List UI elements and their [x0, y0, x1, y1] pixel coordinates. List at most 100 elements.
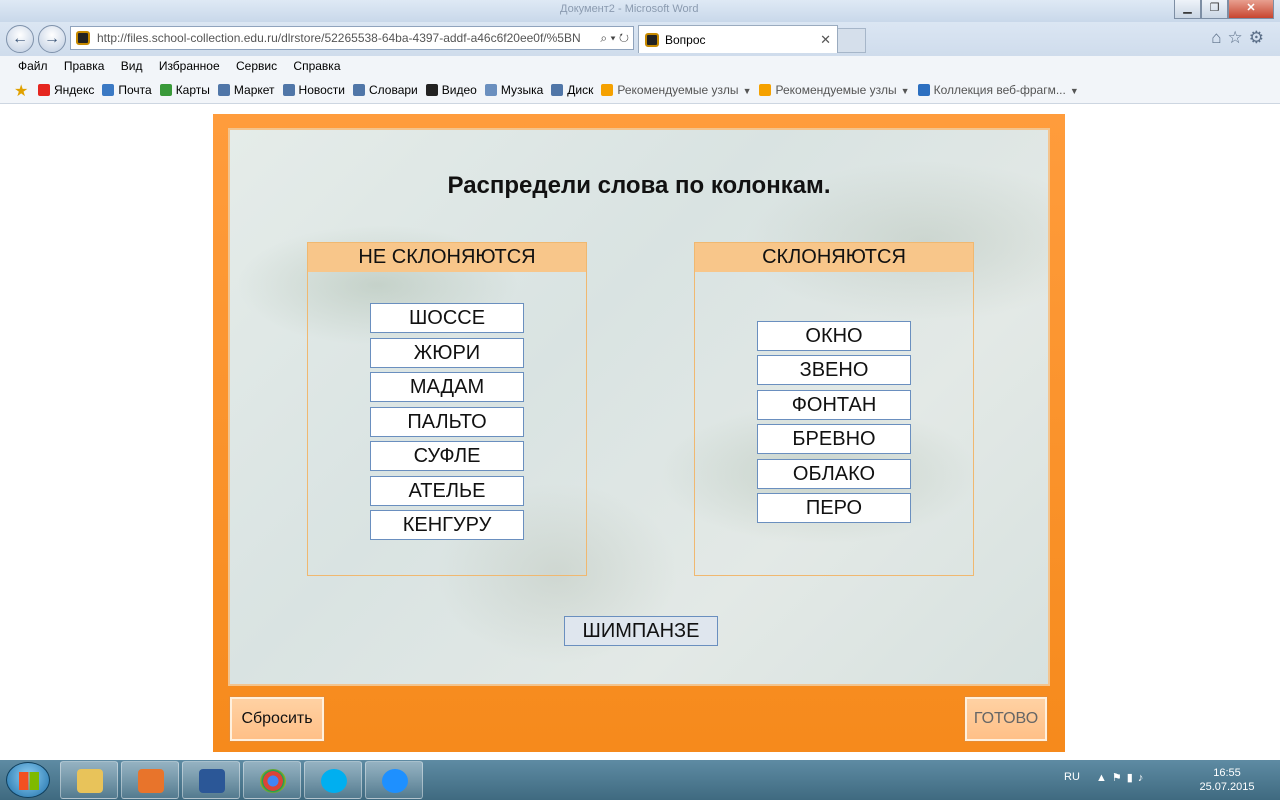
maps-icon	[159, 84, 172, 96]
restore-button[interactable]: ❐	[1201, 0, 1228, 19]
done-button[interactable]: ГОТОВО	[964, 696, 1048, 742]
favorite-label: Музыка	[500, 83, 544, 97]
word-card[interactable]: ФОНТАН	[757, 390, 911, 420]
word-card[interactable]: ОБЛАКО	[757, 459, 911, 489]
word-card[interactable]: ПЕРО	[757, 493, 911, 523]
favorite-item[interactable]: Новости	[282, 78, 345, 103]
favorite-item[interactable]: Рекомендуемые узлы ▼	[759, 78, 910, 104]
reset-button[interactable]: Сбросить	[229, 696, 325, 742]
unsorted-word-card[interactable]: ШИМПАНЗЕ	[564, 616, 718, 646]
close-window-button[interactable]: ✕	[1228, 0, 1274, 19]
task-title: Распредели слова по колонкам.	[447, 172, 831, 199]
gear-icon[interactable]: ⚙	[1249, 28, 1270, 47]
word-card[interactable]: ШОССЕ	[370, 303, 524, 333]
word-card[interactable]: ПАЛЬТО	[370, 407, 524, 437]
clock-date: 25.07.2015	[1199, 781, 1255, 793]
word-card[interactable]: ЗВЕНО	[757, 355, 911, 385]
back-button[interactable]: ←	[6, 25, 34, 53]
word-card[interactable]: МАДАМ	[370, 372, 524, 402]
word-card[interactable]: КЕНГУРУ	[370, 510, 524, 540]
menu-view[interactable]: Вид	[121, 56, 143, 77]
chrome-icon	[260, 769, 286, 793]
favorite-label: Новости	[298, 83, 345, 97]
dropdown-arrow-icon[interactable]: ▼	[901, 86, 910, 96]
favorites-list: Яндекс Почта Карты Маркет Новости Словари Виде…	[38, 78, 1087, 104]
search-icon[interactable]: ⌕	[600, 31, 607, 45]
favorite-item[interactable]: Видео	[425, 78, 477, 103]
menu-edit[interactable]: Правка	[64, 56, 105, 77]
tab-favicon	[645, 33, 659, 47]
menu-file[interactable]: Файл	[18, 56, 48, 77]
favorite-item[interactable]: Яндекс	[38, 78, 94, 103]
favorite-item[interactable]: Почта	[102, 78, 152, 103]
clock[interactable]: 16:55 25.07.2015	[1192, 766, 1262, 794]
media-player-icon	[138, 769, 164, 793]
favorite-item[interactable]: Рекомендуемые узлы ▼	[601, 78, 751, 104]
web-slice-icon	[917, 84, 930, 96]
language-indicator[interactable]: RU	[1064, 771, 1080, 783]
address-url: http://files.school-collection.edu.ru/dl…	[97, 31, 581, 45]
close-tab-icon[interactable]: ✕	[820, 26, 831, 54]
taskbar-skype[interactable]	[304, 761, 362, 799]
favorite-item[interactable]: Карты	[159, 78, 210, 103]
favorite-label: Рекомендуемые узлы	[617, 83, 739, 97]
taskbar-internet-explorer[interactable]	[365, 761, 423, 799]
favorites-star-icon[interactable]: ☆	[1228, 28, 1249, 47]
forward-button[interactable]: →	[38, 25, 66, 53]
flag-icon[interactable]: ⚑	[1112, 772, 1127, 784]
favorite-label: Коллекция веб-фрагм...	[933, 83, 1066, 97]
show-hidden-icons-icon[interactable]: ▲	[1096, 772, 1112, 784]
favorite-item[interactable]: Словари	[352, 78, 418, 103]
taskbar-word[interactable]	[182, 761, 240, 799]
favorite-item[interactable]: Диск	[551, 78, 593, 103]
taskbar-explorer[interactable]	[60, 761, 118, 799]
news-icon	[282, 84, 295, 96]
taskbar-chrome[interactable]	[243, 761, 301, 799]
suggested-sites-icon	[601, 84, 614, 96]
favorite-label: Диск	[567, 83, 594, 97]
window-title: Документ2 - Microsoft Word	[560, 3, 699, 15]
address-bar[interactable]: http://files.school-collection.edu.ru/dl…	[70, 26, 634, 50]
music-icon	[484, 84, 497, 96]
task-panel: Распредели слова по колонкам. НЕ СКЛОНЯЮ…	[228, 128, 1050, 686]
word-card[interactable]: ЖЮРИ	[370, 338, 524, 368]
browser-toolbar-right: ⌂☆⚙	[1211, 28, 1270, 48]
favorite-label: Почта	[118, 83, 152, 97]
new-tab-button[interactable]	[838, 28, 866, 53]
word-card[interactable]: СУФЛЕ	[370, 441, 524, 471]
start-button[interactable]	[6, 762, 50, 798]
favorite-item[interactable]: Музыка	[484, 78, 544, 103]
dropdown-arrow-icon[interactable]: ▼	[1070, 86, 1079, 96]
skype-icon	[321, 769, 347, 793]
favorite-item[interactable]: Коллекция веб-фрагм... ▼	[917, 78, 1079, 104]
add-favorite-star-icon[interactable]: ★	[14, 81, 28, 101]
taskbar-media-player[interactable]	[121, 761, 179, 799]
address-tools: ⌕ ▾ ↻	[596, 27, 629, 49]
refresh-icon[interactable]: ↻	[619, 31, 629, 45]
tab-active[interactable]: Вопрос ✕	[638, 25, 838, 53]
favorite-item[interactable]: Маркет	[217, 78, 275, 103]
favorite-label: Словари	[368, 83, 418, 97]
word-card[interactable]: АТЕЛЬЕ	[370, 476, 524, 506]
system-tray: RU ▲⚑▮♪ 16:55 25.07.2015	[1060, 760, 1280, 800]
volume-icon[interactable]: ♪	[1138, 772, 1149, 784]
menu-bar: Файл Правка Вид Избранное Сервис Справка	[0, 56, 1280, 78]
favorites-bar: ★ Яндекс Почта Карты Маркет Новости Словари Ви…	[0, 78, 1280, 104]
yandex-icon	[38, 84, 50, 96]
menu-favorites[interactable]: Избранное	[159, 56, 220, 77]
navigation-bar: ← → http://files.school-collection.edu.r…	[0, 22, 1280, 56]
minimize-button[interactable]: ▁	[1174, 0, 1201, 19]
word-card[interactable]: ОКНО	[757, 321, 911, 351]
suggested-sites-icon	[759, 84, 772, 96]
site-favicon	[76, 31, 90, 45]
menu-help[interactable]: Справка	[293, 56, 340, 77]
menu-tools[interactable]: Сервис	[236, 56, 277, 77]
word-icon	[199, 769, 225, 793]
chevron-down-icon[interactable]: ▾	[610, 31, 615, 45]
word-card[interactable]: БРЕВНО	[757, 424, 911, 454]
dropdown-arrow-icon[interactable]: ▼	[743, 86, 752, 96]
window-controls: ▁ ❐ ✕	[1174, 0, 1274, 19]
home-icon[interactable]: ⌂	[1211, 28, 1227, 47]
network-icon[interactable]: ▮	[1127, 772, 1138, 784]
market-icon	[217, 84, 230, 96]
